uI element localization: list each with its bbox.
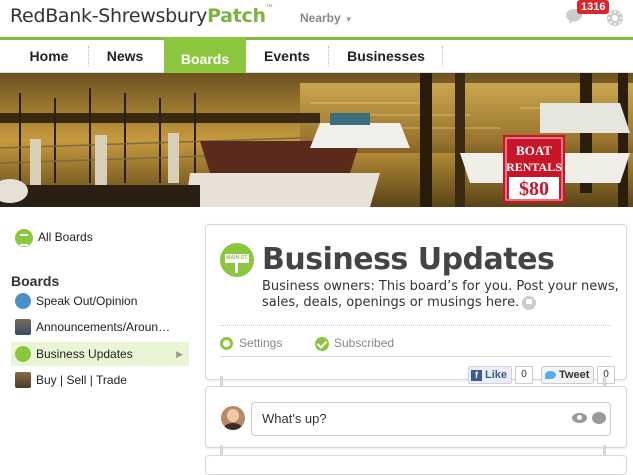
hero-banner-photo: BOAT RENTALS $80	[0, 73, 633, 207]
nav-home[interactable]: Home	[12, 40, 86, 73]
card-connector	[603, 445, 606, 455]
sidebar-item-label: Buy | Sell | Trade	[36, 373, 127, 387]
board-description-text: Business owners: This board’s for you. P…	[262, 279, 619, 310]
nav-divider	[442, 46, 443, 66]
sign-line-boat: BOAT	[516, 143, 552, 158]
page-title: Business Updates	[262, 242, 555, 277]
top-header: RedBank-ShrewsburyPatch™ Nearby ▼ 1316	[0, 0, 633, 37]
boards-heading: Boards	[11, 273, 60, 289]
nav-divider	[328, 46, 329, 66]
marketplace-thumbnail	[15, 371, 31, 388]
notification-badge[interactable]: 1316	[577, 0, 610, 14]
announcement-thumbnail	[15, 318, 31, 335]
nearby-dropdown[interactable]: Nearby ▼	[300, 11, 353, 25]
subscribed-label: Subscribed	[334, 336, 395, 350]
next-post-card	[205, 455, 627, 475]
avatar	[221, 406, 245, 430]
gear-icon	[220, 337, 233, 351]
trademark-mark: ™	[265, 4, 273, 11]
nav-events[interactable]: Events	[250, 40, 324, 73]
sidebar-item-label: Announcements/Aroun…	[36, 320, 171, 334]
chevron-down-icon: ▼	[344, 15, 353, 24]
board-header-card: MAIN ST. Business Updates Business owner…	[205, 224, 627, 384]
site-name: RedBank-Shrewsbury	[10, 5, 208, 27]
all-boards-label: All Boards	[38, 230, 93, 245]
sidebar-item-buy-sell-trade[interactable]: Buy | Sell | Trade	[11, 368, 189, 392]
nav-divider	[88, 46, 89, 66]
main-nav: Home News Boards Events Businesses	[0, 37, 633, 77]
checkmark-icon	[315, 336, 329, 351]
flag-icon[interactable]	[522, 295, 537, 310]
logo-sign-text: MAIN ST.	[225, 254, 249, 263]
divider	[220, 356, 612, 357]
board-description: Business owners: This board’s for you. P…	[262, 279, 622, 311]
card-connector	[220, 376, 223, 386]
speech-bubble-icon	[15, 292, 31, 309]
subscribed-button[interactable]: Subscribed	[315, 336, 394, 351]
settings-button[interactable]: Settings	[220, 336, 283, 351]
sidebar-item-label: Speak Out/Opinion	[36, 294, 138, 308]
marina-scene: BOAT RENTALS $80	[0, 73, 633, 207]
sidebar-item-business-updates[interactable]: Business Updates ▶	[11, 342, 189, 366]
tweet-button[interactable]: Tweet	[541, 366, 595, 384]
list-icon	[15, 229, 33, 247]
divider	[220, 325, 612, 326]
video-icon[interactable]	[592, 412, 606, 424]
site-logo[interactable]: RedBank-ShrewsburyPatch™	[10, 4, 273, 28]
post-composer-card: What's up?	[205, 386, 627, 448]
patch-brand: Patch	[207, 5, 266, 27]
nav-businesses[interactable]: Businesses	[332, 40, 440, 73]
facebook-icon: f	[471, 369, 482, 381]
boards-sidebar: All Boards Boards Speak Out/Opinion Anno…	[0, 207, 198, 465]
sidebar-item-speak-out[interactable]: Speak Out/Opinion	[11, 289, 189, 313]
nearby-label: Nearby	[300, 11, 341, 25]
facebook-like-button[interactable]: f Like	[468, 366, 513, 384]
sidebar-item-label: Business Updates	[36, 347, 133, 361]
tweet-count: 0	[597, 366, 615, 384]
sign-price: $80	[519, 178, 549, 200]
all-boards-link[interactable]: All Boards	[15, 229, 93, 247]
tweet-label: Tweet	[559, 369, 590, 381]
main-st-sign-icon: MAIN ST.	[220, 243, 254, 277]
card-connector	[220, 445, 223, 455]
post-input[interactable]: What's up?	[251, 402, 611, 436]
sidebar-item-announcements[interactable]: Announcements/Aroun…	[11, 315, 189, 339]
like-label: Like	[485, 369, 508, 381]
eye-icon[interactable]	[572, 413, 587, 423]
gear-icon[interactable]	[606, 9, 624, 27]
logo-sign-pole	[235, 263, 238, 273]
card-connector	[603, 376, 606, 386]
sign-line-rentals: RENTALS	[506, 160, 562, 174]
main-st-sign-icon	[15, 345, 31, 362]
settings-label: Settings	[239, 336, 283, 350]
twitter-bird-icon	[545, 371, 556, 380]
nav-news[interactable]: News	[90, 40, 160, 73]
chevron-right-icon: ▶	[176, 349, 183, 359]
nav-boards[interactable]: Boards	[164, 37, 246, 77]
like-count: 0	[515, 366, 533, 384]
